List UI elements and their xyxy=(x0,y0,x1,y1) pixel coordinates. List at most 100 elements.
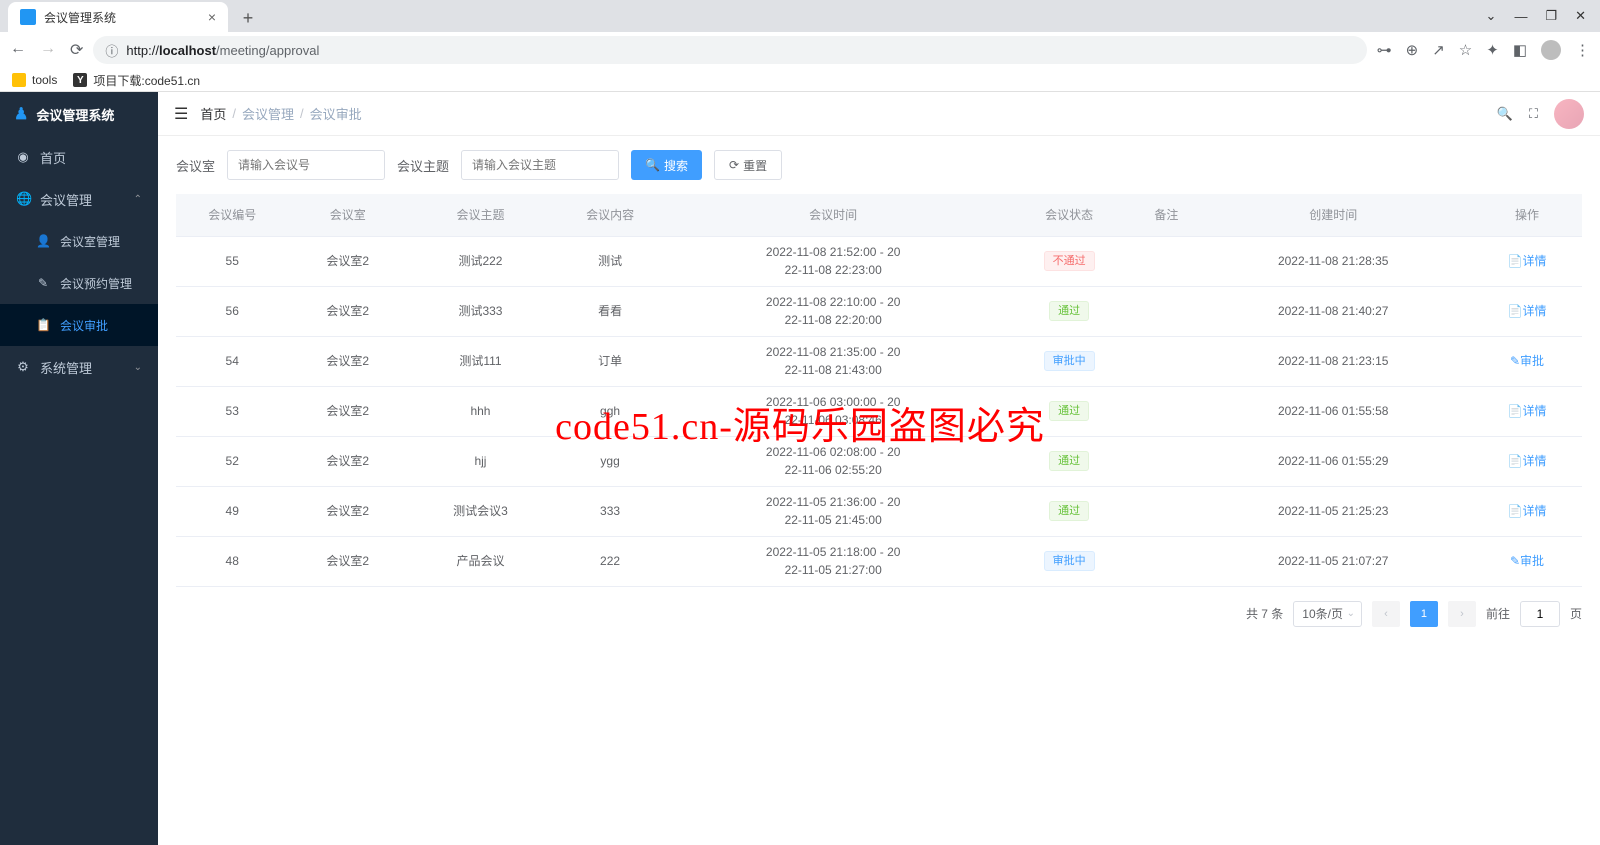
close-window-icon[interactable]: ✕ xyxy=(1575,8,1586,24)
cell-topic: 产品会议 xyxy=(407,536,554,586)
menu-booking-mgmt[interactable]: ✎ 会议预约管理 xyxy=(0,262,158,304)
approve-button[interactable]: ✎审批 xyxy=(1510,352,1544,370)
prev-page-button[interactable]: ‹ xyxy=(1372,601,1400,627)
window-controls: ⌄ — ❐ ✕ xyxy=(1486,0,1600,32)
cell-topic: hhh xyxy=(407,386,554,436)
page-suffix: 页 xyxy=(1570,605,1582,622)
cell-action: ✎审批 xyxy=(1472,536,1582,586)
menu-room-mgmt[interactable]: 👤 会议室管理 xyxy=(0,220,158,262)
profile-icon[interactable] xyxy=(1541,40,1561,60)
cell-created: 2022-11-05 21:25:23 xyxy=(1194,486,1472,536)
cell-topic: 测试222 xyxy=(407,236,554,286)
extensions-icon[interactable]: ✦ xyxy=(1486,41,1499,59)
star-icon[interactable]: ☆ xyxy=(1459,41,1472,59)
crumb-l1[interactable]: 会议管理 xyxy=(242,104,294,123)
table-row: 56 会议室2 测试333 看看 2022-11-08 22:10:00 - 2… xyxy=(176,286,1582,336)
clipboard-icon: 📋 xyxy=(36,318,50,332)
cell-remark xyxy=(1138,486,1194,536)
menu-sys-mgmt[interactable]: ⚙ 系统管理 ⌄ xyxy=(0,346,158,388)
approve-button[interactable]: ✎审批 xyxy=(1510,552,1544,570)
detail-button[interactable]: 📄详情 xyxy=(1508,452,1547,470)
cell-time: 2022-11-08 21:35:00 - 2022-11-08 21:43:0… xyxy=(666,336,1000,386)
zoom-icon[interactable]: ⊕ xyxy=(1406,41,1419,59)
detail-button[interactable]: 📄详情 xyxy=(1508,402,1547,420)
room-input[interactable] xyxy=(227,150,385,180)
cell-remark xyxy=(1138,436,1194,486)
cell-id: 54 xyxy=(176,336,288,386)
panel-icon[interactable]: ◧ xyxy=(1513,41,1527,59)
site-info-icon[interactable]: ⓘ xyxy=(105,41,118,60)
cell-content: ygg xyxy=(554,436,666,486)
goto-input[interactable] xyxy=(1520,601,1560,627)
table-header: 操作 xyxy=(1472,194,1582,236)
maximize-icon[interactable]: ❐ xyxy=(1545,8,1557,24)
reload-icon[interactable]: ⟳ xyxy=(70,40,83,60)
status-badge: 通过 xyxy=(1049,451,1089,472)
cell-status: 不通过 xyxy=(1000,236,1138,286)
table-row: 48 会议室2 产品会议 222 2022-11-05 21:18:00 - 2… xyxy=(176,536,1582,586)
cell-time: 2022-11-05 21:18:00 - 2022-11-05 21:27:0… xyxy=(666,536,1000,586)
browser-tab[interactable]: 会议管理系统 × xyxy=(8,2,228,32)
cell-remark xyxy=(1138,286,1194,336)
back-icon[interactable]: ← xyxy=(10,40,26,60)
close-tab-icon[interactable]: × xyxy=(208,9,216,25)
cell-created: 2022-11-05 21:07:27 xyxy=(1194,536,1472,586)
menu-home[interactable]: ◉ 首页 xyxy=(0,136,158,178)
topbar: ☰ 首页 / 会议管理 / 会议审批 🔍 ⛶ xyxy=(158,92,1600,136)
tab-bar: 会议管理系统 × + ⌄ — ❐ ✕ xyxy=(0,0,1600,32)
cell-id: 49 xyxy=(176,486,288,536)
page-number-button[interactable]: 1 xyxy=(1410,601,1438,627)
share-icon[interactable]: ↗ xyxy=(1432,41,1445,59)
brand: ♟ 会议管理系统 xyxy=(0,92,158,136)
crumb-home[interactable]: 首页 xyxy=(200,104,226,123)
cell-status: 审批中 xyxy=(1000,536,1138,586)
cell-time: 2022-11-05 21:36:00 - 2022-11-05 21:45:0… xyxy=(666,486,1000,536)
status-badge: 通过 xyxy=(1049,401,1089,422)
new-tab-button[interactable]: + xyxy=(234,4,262,32)
fullscreen-icon[interactable]: ⛶ xyxy=(1529,106,1538,122)
hamburger-icon[interactable]: ☰ xyxy=(174,104,188,124)
next-page-button[interactable]: › xyxy=(1448,601,1476,627)
table-row: 52 会议室2 hjj ygg 2022-11-06 02:08:00 - 20… xyxy=(176,436,1582,486)
reset-button[interactable]: ⟳ 重置 xyxy=(714,150,782,180)
tab-title: 会议管理系统 xyxy=(44,9,116,26)
minimize-icon[interactable]: — xyxy=(1514,9,1527,24)
globe-icon: 🌐 xyxy=(16,191,30,207)
bookmark-tools[interactable]: tools xyxy=(12,73,57,87)
detail-button[interactable]: 📄详情 xyxy=(1508,502,1547,520)
cell-status: 审批中 xyxy=(1000,336,1138,386)
detail-button[interactable]: 📄详情 xyxy=(1508,252,1547,270)
forward-icon[interactable]: → xyxy=(40,40,56,60)
url-bar[interactable]: ⓘ http://localhost/meeting/approval xyxy=(93,36,1366,64)
table-header: 会议主题 xyxy=(407,194,554,236)
total-text: 共 7 条 xyxy=(1246,605,1283,622)
breadcrumb: 首页 / 会议管理 / 会议审批 xyxy=(200,104,361,123)
main-panel: ☰ 首页 / 会议管理 / 会议审批 🔍 ⛶ 会议室 会议主题 🔍 搜索 xyxy=(158,92,1600,845)
table-row: 54 会议室2 测试111 订单 2022-11-08 21:35:00 - 2… xyxy=(176,336,1582,386)
dropdown-icon[interactable]: ⌄ xyxy=(1486,8,1497,24)
cell-topic: 测试会议3 xyxy=(407,486,554,536)
topic-input[interactable] xyxy=(461,150,619,180)
search-icon[interactable]: 🔍 xyxy=(1497,106,1513,122)
cell-topic: 测试333 xyxy=(407,286,554,336)
avatar[interactable] xyxy=(1554,99,1584,129)
bookmark-code51[interactable]: Y 项目下载:code51.cn xyxy=(73,72,200,89)
filter-bar: 会议室 会议主题 🔍 搜索 ⟳ 重置 xyxy=(176,150,1582,180)
cell-status: 通过 xyxy=(1000,286,1138,336)
menu-meeting-mgmt[interactable]: 🌐 会议管理 ⌃ xyxy=(0,178,158,220)
cell-remark xyxy=(1138,536,1194,586)
topic-label: 会议主题 xyxy=(397,156,449,175)
detail-button[interactable]: 📄详情 xyxy=(1508,302,1547,320)
page-size-select[interactable]: 10条/页 ⌄ xyxy=(1293,601,1362,627)
key-icon[interactable]: ⊶ xyxy=(1377,41,1392,59)
sidebar: ♟ 会议管理系统 ◉ 首页 🌐 会议管理 ⌃ 👤 会议室管理 ✎ 会议预约管理 … xyxy=(0,92,158,845)
cell-time: 2022-11-06 02:08:00 - 2022-11-06 02:55:2… xyxy=(666,436,1000,486)
cell-created: 2022-11-08 21:28:35 xyxy=(1194,236,1472,286)
search-button[interactable]: 🔍 搜索 xyxy=(631,150,702,180)
menu-icon[interactable]: ⋮ xyxy=(1575,41,1590,59)
folder-icon xyxy=(12,73,26,87)
status-badge: 审批中 xyxy=(1044,351,1095,372)
address-right-icons: ⊶ ⊕ ↗ ☆ ✦ ◧ ⋮ xyxy=(1377,40,1590,60)
menu-approval[interactable]: 📋 会议审批 xyxy=(0,304,158,346)
cell-status: 通过 xyxy=(1000,386,1138,436)
